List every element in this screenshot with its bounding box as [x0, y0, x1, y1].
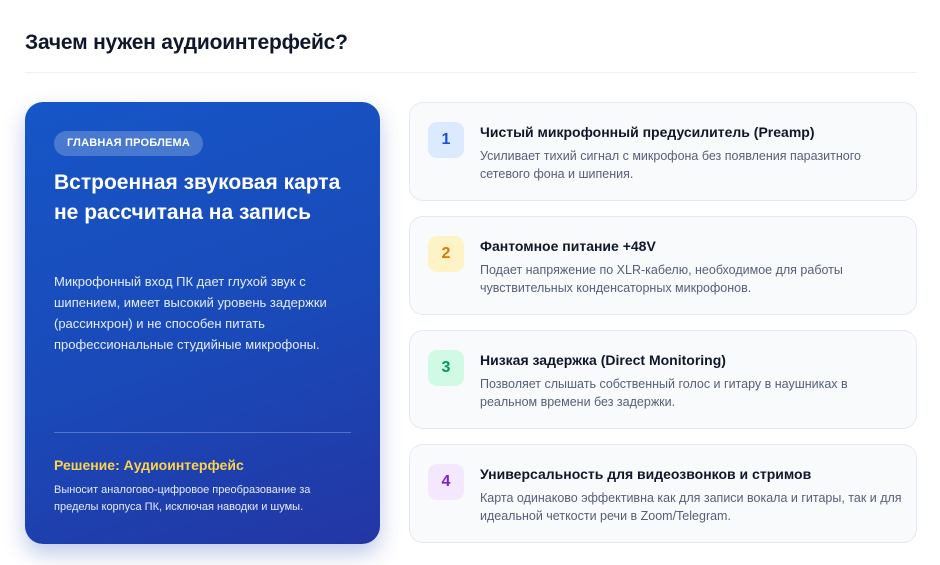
problem-description: Микрофонный вход ПК дает глухой звук с ш… [54, 274, 327, 352]
feature-description: Подает напряжение по XLR-кабелю, необход… [480, 263, 843, 295]
feature-number-badge: 3 [428, 350, 464, 386]
feature-card: 2 Фантомное питание +48V Подает напряжен… [409, 216, 917, 315]
solution-title: Решение: Аудиоинтерфейс [54, 457, 244, 473]
feature-card: 4 Универсальность для видеозвонков и стр… [409, 444, 917, 543]
page-title: Зачем нужен аудиоинтерфейс? [25, 31, 348, 54]
problem-badge: ГЛАВНАЯ ПРОБЛЕМА [54, 131, 204, 156]
feature-title: Универсальность для видеозвонков и стрим… [480, 466, 812, 482]
feature-card: 1 Чистый микрофонный предусилитель (Prea… [409, 102, 917, 201]
feature-description: Усиливает тихий сигнал с микрофона без п… [480, 149, 861, 181]
card-divider [54, 432, 351, 433]
feature-description: Карта одинаково эффективна как для запис… [480, 491, 902, 523]
feature-title: Чистый микрофонный предусилитель (Preamp… [480, 124, 815, 140]
feature-number-badge: 1 [428, 122, 464, 158]
feature-number-badge: 2 [428, 236, 464, 272]
feature-title: Низкая задержка (Direct Monitoring) [480, 352, 726, 368]
feature-description: Позволяет слышать собственный голос и ги… [480, 377, 848, 409]
feature-number-badge: 4 [428, 464, 464, 500]
solution-description: Выносит аналогово-цифровое преобразовани… [54, 484, 311, 513]
title-divider [25, 72, 916, 73]
problem-card: ГЛАВНАЯ ПРОБЛЕМА Встроенная звуковая кар… [25, 102, 380, 544]
feature-title: Фантомное питание +48V [480, 238, 656, 254]
feature-card: 3 Низкая задержка (Direct Monitoring) По… [409, 330, 917, 429]
problem-heading: Встроенная звуковая карта не рассчитана … [54, 171, 341, 224]
